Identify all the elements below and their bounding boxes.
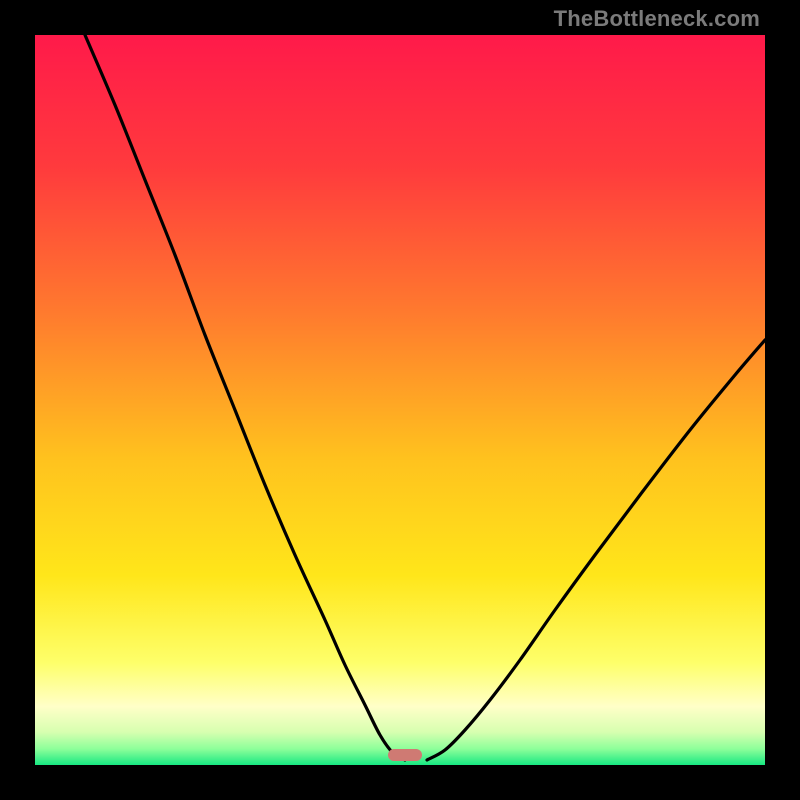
plot-area — [35, 35, 765, 765]
frame: TheBottleneck.com — [0, 0, 800, 800]
attribution-text: TheBottleneck.com — [554, 6, 760, 32]
optimum-marker — [388, 749, 422, 761]
bottleneck-curve — [35, 35, 765, 765]
